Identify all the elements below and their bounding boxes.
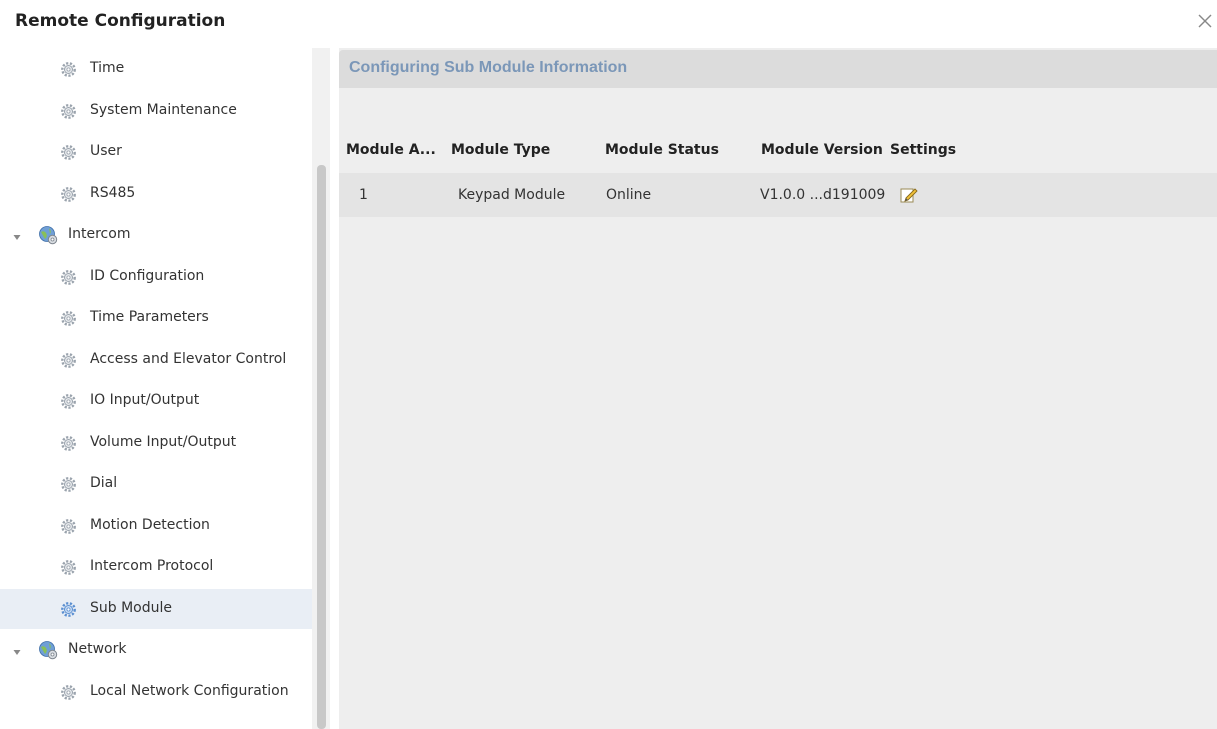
panel-title: Configuring Sub Module Information xyxy=(349,59,628,76)
sidebar-item-label: Sub Module xyxy=(90,599,173,616)
sidebar-item-label: User xyxy=(90,143,122,159)
sidebar-item-label: Motion Detection xyxy=(90,516,210,533)
sidebar-item-label: Time xyxy=(90,60,125,76)
sidebar-item-time-parameters[interactable]: Time Parameters xyxy=(0,298,312,338)
sidebar-item-local-network-configuration[interactable]: Local Network Configuration xyxy=(0,672,312,712)
sidebar-item-system-maintenance[interactable]: System Maintenance xyxy=(0,91,312,131)
table-header: Module A... Module Type Module Status Mo… xyxy=(339,133,1217,169)
gear-icon xyxy=(60,601,77,618)
gear-icon xyxy=(60,435,77,452)
column-header-settings[interactable]: Settings xyxy=(890,142,956,158)
sidebar-item-label: Dial xyxy=(90,475,118,491)
sidebar-item-volume-input-output[interactable]: Volume Input/Output xyxy=(0,423,312,463)
gear-icon xyxy=(60,518,77,535)
edit-icon[interactable] xyxy=(899,186,919,204)
sidebar-item-motion-detection[interactable]: Motion Detection xyxy=(0,506,312,546)
gear-icon xyxy=(60,310,77,327)
globe-gear-icon xyxy=(38,640,58,660)
sidebar-item-label: Local Network Configuration xyxy=(90,682,289,699)
gear-icon xyxy=(60,393,77,410)
gear-icon xyxy=(60,103,77,120)
chevron-down-icon[interactable] xyxy=(12,645,22,655)
gear-icon xyxy=(60,684,77,701)
sidebar-item-label: Intercom xyxy=(68,226,131,242)
sidebar-item-sub-module[interactable]: Sub Module xyxy=(0,588,312,629)
sidebar-item-io-input-output[interactable]: IO Input/Output xyxy=(0,381,312,421)
sidebar-item-label: Intercom Protocol xyxy=(90,558,214,574)
sidebar-item-label: System Maintenance xyxy=(90,101,237,118)
gear-icon xyxy=(60,476,77,493)
window-title: Remote Configuration xyxy=(15,11,226,31)
sidebar-item-user[interactable]: User xyxy=(0,132,312,172)
sidebar-item-label: IO Input/Output xyxy=(90,392,200,408)
cell-module-type: Keypad Module xyxy=(458,187,566,203)
sidebar-item-label: Volume Input/Output xyxy=(90,433,237,450)
gear-icon xyxy=(60,144,77,161)
content-panel: Configuring Sub Module Information Modul… xyxy=(339,48,1217,729)
tree-group-network[interactable]: Network xyxy=(0,630,312,670)
table-row[interactable]: 1 Keypad Module Online V1.0.0 ...d191009 xyxy=(339,173,1217,217)
cell-module-address: 1 xyxy=(359,187,368,203)
sidebar-item-access-and-elevator-control[interactable]: Access and Elevator Control xyxy=(0,340,312,380)
cell-module-status: Online xyxy=(606,187,652,203)
gear-icon xyxy=(60,559,77,576)
column-header-module-version[interactable]: Module Version xyxy=(761,142,883,158)
cell-module-version: V1.0.0 ...d191009 xyxy=(760,187,886,203)
gear-icon xyxy=(60,352,77,369)
sidebar-item-dial[interactable]: Dial xyxy=(0,464,312,504)
gear-icon xyxy=(60,61,77,78)
chevron-down-icon[interactable] xyxy=(12,230,22,240)
sidebar-item-label: ID Configuration xyxy=(90,267,205,284)
tree-group-intercom[interactable]: Intercom xyxy=(0,215,312,255)
sidebar-item-intercom-protocol[interactable]: Intercom Protocol xyxy=(0,547,312,587)
gear-icon xyxy=(60,269,77,286)
column-header-module-address[interactable]: Module A... xyxy=(346,142,436,158)
close-icon[interactable] xyxy=(1196,12,1214,30)
config-tree: Time System Maintenance User RS485 Intercom I… xyxy=(0,48,330,729)
panel-header: Configuring Sub Module Information xyxy=(339,50,1217,88)
sidebar-item-label: Time Parameters xyxy=(90,309,209,325)
sidebar-item-label: Access and Elevator Control xyxy=(90,350,287,367)
sidebar-item-rs485[interactable]: RS485 xyxy=(0,174,312,214)
sidebar-scrollbar-thumb[interactable] xyxy=(317,165,326,729)
column-header-module-status[interactable]: Module Status xyxy=(605,142,719,158)
globe-gear-icon xyxy=(38,225,58,245)
sidebar-item-label: RS485 xyxy=(90,184,136,201)
sidebar-item-id-configuration[interactable]: ID Configuration xyxy=(0,257,312,297)
sidebar-item-time[interactable]: Time xyxy=(0,49,312,89)
sidebar-item-label: Network xyxy=(68,641,127,657)
title-bar: Remote Configuration xyxy=(0,0,1217,44)
gear-icon xyxy=(60,186,77,203)
column-header-module-type[interactable]: Module Type xyxy=(451,142,550,158)
